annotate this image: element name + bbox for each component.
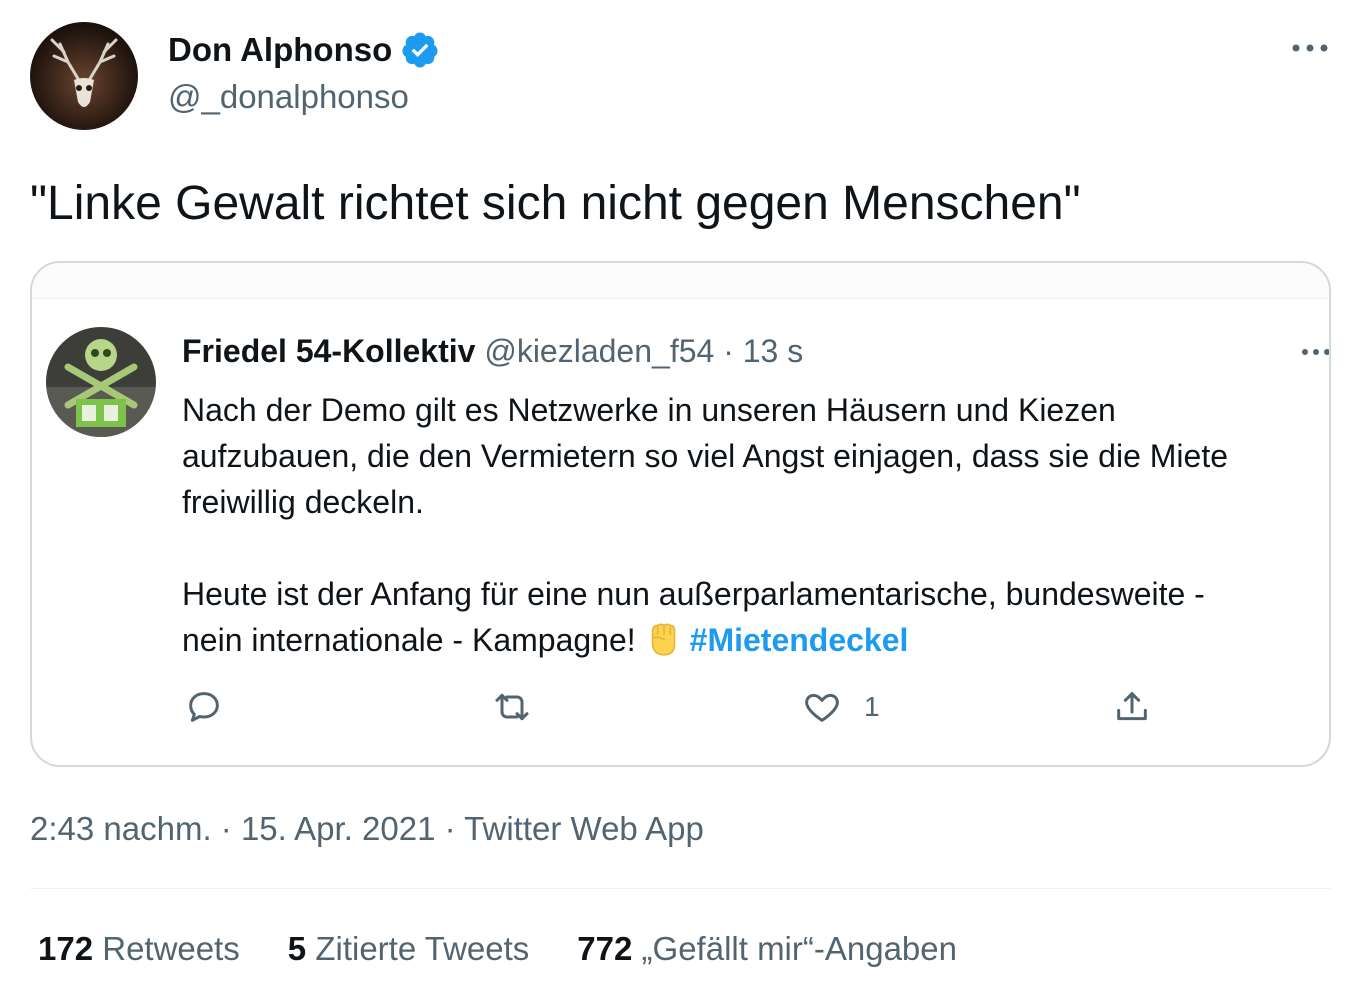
quote-tweets-stat[interactable]: 5 Zitierte Tweets: [288, 930, 530, 968]
embedded-more-options-icon: [1302, 349, 1329, 355]
embedded-tweet-time: · 13 s: [723, 333, 804, 369]
verified-badge-icon: [402, 32, 438, 68]
hashtag-link: #Mietendeckel: [689, 622, 909, 658]
embedded-tweet-text: Nach der Demo gilt es Netzwerke in unser…: [182, 387, 1312, 663]
quote-tweets-label: Zitierte Tweets: [315, 930, 530, 967]
tweet-text: "Linke Gewalt richtet sich nicht gegen M…: [30, 177, 1081, 230]
like-icon: [805, 693, 839, 722]
embedded-like-count: 1: [864, 691, 880, 722]
retweets-stat[interactable]: 172 Retweets: [38, 930, 240, 968]
quote-tweets-count: 5: [287, 930, 307, 967]
retweets-count: 172: [38, 930, 94, 967]
likes-label: „Gefällt mir“-Angaben: [641, 930, 957, 967]
embedded-text-line: freiwillig deckeln.: [182, 484, 424, 520]
embedded-author-handle: @kiezladen_f54: [484, 333, 715, 369]
retweet-icon: [495, 693, 529, 721]
embedded-tweet-card[interactable]: Friedel 54-Kollektiv @kiezladen_f54 · 13…: [30, 261, 1331, 767]
reply-icon: [189, 692, 219, 722]
embedded-text-line: Heute ist der Anfang für eine nun außerp…: [182, 576, 1205, 612]
embedded-retweet-action: [492, 687, 532, 727]
raised-fist-icon: [651, 623, 675, 656]
embedded-text-line: Nach der Demo gilt es Netzwerke in unser…: [182, 392, 1116, 428]
divider: [30, 888, 1332, 889]
embedded-text-line-with-hashtag: nein internationale - Kampagne! #Mietend…: [182, 617, 1312, 663]
retweets-label: Retweets: [102, 930, 240, 967]
embedded-text-line: aufzubauen, die den Vermietern so viel A…: [182, 438, 1228, 474]
embedded-tweet-header: Friedel 54-Kollektiv @kiezladen_f54 · 13…: [182, 333, 803, 370]
embedded-author-name: Friedel 54-Kollektiv: [182, 333, 476, 369]
embedded-card-top-strip: [32, 263, 1329, 299]
author-avatar[interactable]: [30, 22, 138, 130]
skull-crossbones-avatar-image: [46, 327, 156, 437]
tweet-stats: 172 Retweets 5 Zitierte Tweets 772 „Gefä…: [38, 930, 1005, 968]
likes-count: 772: [577, 930, 633, 967]
author-handle[interactable]: @_donalphonso: [168, 78, 409, 116]
author-name[interactable]: Don Alphonso: [168, 30, 440, 70]
embedded-reply-action: [184, 687, 224, 727]
tweet-timestamp[interactable]: 2:43 nachm. · 15. Apr. 2021 · Twitter We…: [30, 810, 704, 848]
embedded-author-avatar: [46, 327, 156, 437]
share-icon: [1117, 692, 1147, 721]
author-name-text: Don Alphonso: [168, 31, 393, 68]
stag-skull-avatar-image: [30, 22, 138, 130]
more-options-icon[interactable]: [1290, 38, 1330, 58]
embedded-text-line: nein internationale - Kampagne!: [182, 622, 636, 658]
embedded-share-action: [1112, 687, 1152, 727]
likes-stat[interactable]: 772 „Gefällt mir“-Angaben: [577, 930, 957, 968]
embedded-like-action: 1: [802, 687, 880, 727]
